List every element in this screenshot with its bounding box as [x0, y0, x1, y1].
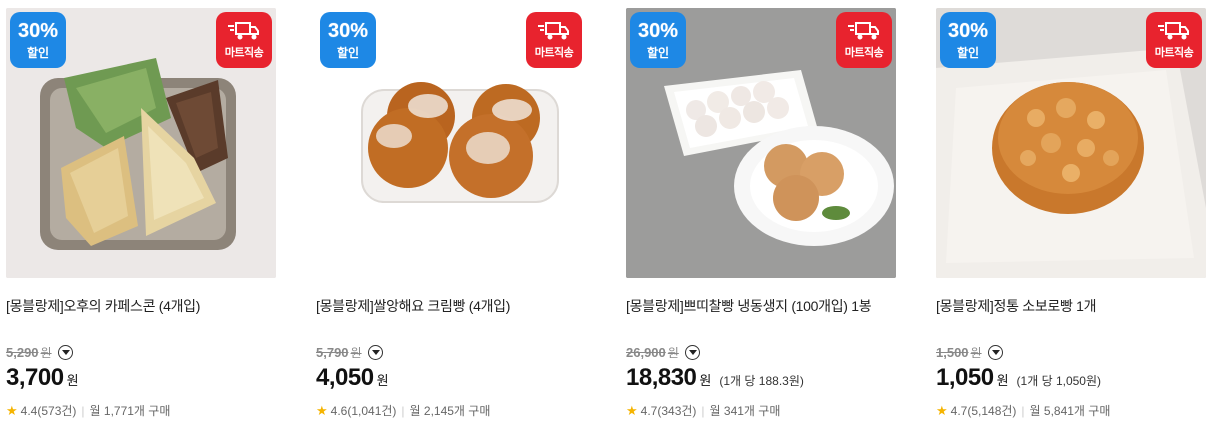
- product-card[interactable]: 30% 할인 마트직송 [몽블랑제]쁘띠찰빵 냉동생지 (100개입) 1봉 2…: [626, 8, 898, 419]
- original-price-unit: 원: [40, 345, 52, 360]
- mart-delivery-badge: 마트직송: [836, 12, 892, 68]
- monthly-sales: 월 5,841개 구매: [1029, 404, 1111, 418]
- price-unit: 원: [66, 373, 79, 388]
- rating-value: 4.7: [640, 403, 658, 418]
- delivery-label: 마트직송: [844, 47, 884, 59]
- star-icon: ★: [626, 402, 638, 418]
- mart-delivery-badge: 마트직송: [526, 12, 582, 68]
- sale-price: 3,700: [6, 364, 64, 391]
- monthly-sales: 월 1,771개 구매: [89, 404, 171, 418]
- discount-percent: 30%: [947, 20, 989, 42]
- original-price: 1,500: [936, 344, 969, 360]
- original-price-row: 5,290 원: [6, 342, 278, 362]
- discount-percent: 30%: [327, 20, 369, 42]
- mart-delivery-badge: 마트직송: [1146, 12, 1202, 68]
- review-count[interactable]: (573건): [37, 402, 76, 419]
- price-row: 18,830 원 (1개 당 188.3원): [626, 364, 898, 396]
- original-price-unit: 원: [350, 345, 362, 360]
- truck-icon: [538, 22, 569, 40]
- discount-badge: 30% 할인: [940, 12, 996, 68]
- delivery-label: 마트직송: [224, 47, 264, 59]
- star-icon: ★: [6, 402, 18, 418]
- discount-percent: 30%: [637, 20, 679, 42]
- original-price-unit: 원: [970, 345, 982, 360]
- product-meta: ★ 4.7 (5,148건) | 월 5,841개 구매: [936, 402, 1208, 419]
- sale-price: 1,050: [936, 364, 994, 391]
- product-card[interactable]: 30% 할인 마트직송 [몽블랑제]오후의 카페스콘 (4개입) 5,290 원: [6, 8, 278, 419]
- review-count[interactable]: (343건): [657, 402, 696, 419]
- chevron-down-icon[interactable]: [367, 344, 383, 360]
- unit-price: (1개 당 1,050원): [1016, 374, 1102, 388]
- price-unit: 원: [996, 373, 1009, 388]
- discount-label: 할인: [26, 46, 50, 60]
- truck-icon: [1158, 22, 1189, 40]
- chevron-down-icon[interactable]: [57, 344, 73, 360]
- product-title[interactable]: [몽블랑제]쌀앙해요 크림빵 (4개입): [316, 296, 588, 338]
- price-row: 3,700 원: [6, 364, 278, 396]
- review-count[interactable]: (5,148건): [967, 402, 1016, 419]
- chevron-down-icon[interactable]: [987, 344, 1003, 360]
- product-image[interactable]: 30% 할인 마트직송: [316, 8, 586, 278]
- original-price-unit: 원: [667, 345, 679, 360]
- product-image[interactable]: 30% 할인 마트직송: [626, 8, 896, 278]
- star-icon: ★: [316, 402, 328, 418]
- price-unit: 원: [699, 373, 712, 388]
- original-price: 5,290: [6, 344, 39, 360]
- rating-value: 4.4: [20, 403, 38, 418]
- original-price-row: 26,900 원: [626, 342, 898, 362]
- review-count[interactable]: (1,041건): [347, 402, 396, 419]
- product-card[interactable]: 30% 할인 마트직송 [몽블랑제]쌀앙해요 크림빵 (4개입) 5,790 원: [316, 8, 588, 419]
- price-unit: 원: [376, 373, 389, 388]
- rating-value: 4.6: [330, 403, 348, 418]
- product-meta: ★ 4.4 (573건) | 월 1,771개 구매: [6, 402, 278, 419]
- monthly-sales: 월 341개 구매: [709, 404, 781, 418]
- discount-label: 할인: [956, 46, 980, 60]
- monthly-sales: 월 2,145개 구매: [409, 404, 491, 418]
- mart-delivery-badge: 마트직송: [216, 12, 272, 68]
- delivery-label: 마트직송: [534, 47, 574, 59]
- product-title[interactable]: [몽블랑제]쁘띠찰빵 냉동생지 (100개입) 1봉: [626, 296, 898, 338]
- original-price: 26,900: [626, 344, 666, 360]
- divider: |: [401, 403, 405, 418]
- unit-price: (1개 당 188.3원): [719, 374, 804, 388]
- original-price-row: 1,500 원: [936, 342, 1208, 362]
- product-meta: ★ 4.6 (1,041건) | 월 2,145개 구매: [316, 402, 588, 419]
- sale-price: 18,830: [626, 364, 697, 391]
- divider: |: [1021, 403, 1025, 418]
- divider: |: [81, 403, 85, 418]
- rating-value: 4.7: [950, 403, 968, 418]
- discount-percent: 30%: [17, 20, 59, 42]
- product-card[interactable]: 30% 할인 마트직송 [몽블랑제]정통 소보로빵 1개 1,500 원 1,0…: [936, 8, 1208, 419]
- star-icon: ★: [936, 402, 948, 418]
- product-image[interactable]: 30% 할인 마트직송: [6, 8, 276, 278]
- discount-badge: 30% 할인: [10, 12, 66, 68]
- chevron-down-icon[interactable]: [684, 344, 700, 360]
- discount-label: 할인: [336, 46, 360, 60]
- truck-icon: [228, 22, 259, 40]
- delivery-label: 마트직송: [1154, 47, 1194, 59]
- product-meta: ★ 4.7 (343건) | 월 341개 구매: [626, 402, 898, 419]
- divider: |: [701, 403, 705, 418]
- product-title[interactable]: [몽블랑제]정통 소보로빵 1개: [936, 296, 1208, 338]
- original-price-row: 5,790 원: [316, 342, 588, 362]
- product-grid: 30% 할인 마트직송 [몽블랑제]오후의 카페스콘 (4개입) 5,290 원: [0, 0, 1212, 443]
- truck-icon: [848, 22, 879, 40]
- original-price: 5,790: [316, 344, 349, 360]
- discount-label: 할인: [646, 46, 670, 60]
- price-row: 1,050 원 (1개 당 1,050원): [936, 364, 1208, 396]
- product-image[interactable]: 30% 할인 마트직송: [936, 8, 1206, 278]
- sale-price: 4,050: [316, 364, 374, 391]
- discount-badge: 30% 할인: [630, 12, 686, 68]
- product-title[interactable]: [몽블랑제]오후의 카페스콘 (4개입): [6, 296, 278, 338]
- price-row: 4,050 원: [316, 364, 588, 396]
- discount-badge: 30% 할인: [320, 12, 376, 68]
